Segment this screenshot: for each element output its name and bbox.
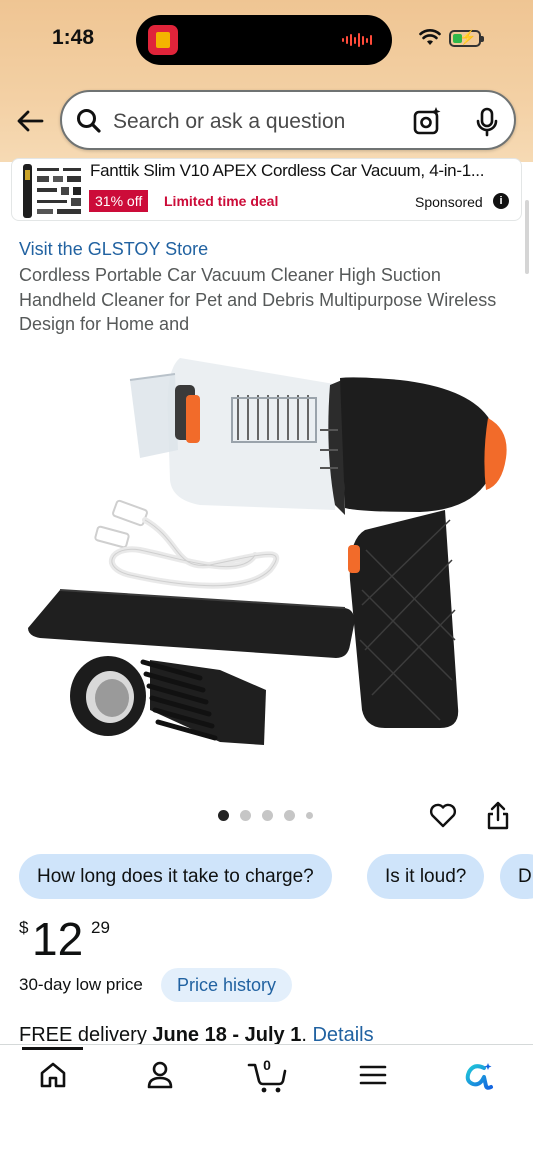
live-activity-app-icon bbox=[148, 25, 178, 55]
low-price-label: 30-day low price bbox=[19, 975, 143, 994]
rufus-icon bbox=[465, 1063, 493, 1090]
heart-icon[interactable] bbox=[428, 800, 458, 830]
ad-product-thumbnail[interactable] bbox=[19, 162, 87, 220]
camera-lens-icon[interactable] bbox=[412, 106, 442, 136]
tab-home[interactable] bbox=[31, 1059, 75, 1099]
delivery-dates: June 18 - July 1 bbox=[152, 1024, 302, 1046]
price-currency: $ bbox=[19, 918, 29, 937]
search-placeholder[interactable]: Search or ask a question bbox=[113, 110, 345, 134]
delivery-prefix: FREE delivery bbox=[19, 1024, 153, 1046]
ad-title[interactable]: Fanttik Slim V10 APEX Cordless Car Vacuu… bbox=[90, 161, 484, 181]
share-icon[interactable] bbox=[484, 800, 512, 832]
sponsored-label: Sponsored bbox=[415, 194, 483, 210]
carousel-dot[interactable] bbox=[262, 810, 273, 821]
scroll-indicator bbox=[22, 1047, 83, 1050]
price-fraction: 29 bbox=[91, 918, 110, 937]
scrollbar[interactable] bbox=[525, 200, 529, 274]
app-header: 1:48 ⚡ Search or ask a question bbox=[0, 0, 533, 162]
tab-menu[interactable] bbox=[351, 1059, 395, 1099]
audio-waveform-icon bbox=[342, 32, 372, 48]
carousel-dot[interactable] bbox=[306, 812, 313, 819]
crevice-nozzle bbox=[28, 589, 355, 658]
deal-label: Limited time deal bbox=[164, 193, 279, 209]
back-arrow-icon[interactable] bbox=[14, 106, 46, 136]
menu-icon bbox=[359, 1065, 387, 1085]
carousel-dot-active[interactable] bbox=[218, 810, 229, 821]
search-bar[interactable]: Search or ask a question bbox=[60, 90, 516, 150]
search-icon bbox=[77, 109, 101, 133]
sponsored-product-ad[interactable]: Fanttik Slim V10 APEX Cordless Car Vacuu… bbox=[11, 158, 522, 221]
store-link[interactable]: Visit the GLSTOY Store bbox=[19, 239, 208, 260]
cart-count: 0 bbox=[263, 1057, 271, 1073]
tab-cart[interactable]: 0 bbox=[245, 1057, 289, 1099]
image-carousel-dots[interactable] bbox=[218, 810, 313, 821]
price-history-button[interactable]: Price history bbox=[161, 968, 293, 1002]
microphone-icon[interactable] bbox=[474, 107, 500, 137]
tab-account[interactable] bbox=[138, 1059, 182, 1099]
product-image[interactable] bbox=[0, 340, 533, 770]
home-icon bbox=[40, 1062, 66, 1088]
ring-adapter bbox=[70, 656, 146, 736]
question-chip[interactable]: How long does it take to charge? bbox=[19, 854, 332, 899]
discount-badge: 31% off bbox=[89, 190, 149, 212]
price-whole: 12 bbox=[32, 913, 84, 965]
info-icon[interactable]: i bbox=[493, 193, 509, 209]
carousel-dot[interactable] bbox=[284, 810, 295, 821]
question-chip[interactable]: Is it loud? bbox=[367, 854, 485, 899]
usb-cable bbox=[94, 499, 280, 589]
status-time: 1:48 bbox=[52, 26, 95, 49]
delivery-separator: . bbox=[301, 1024, 313, 1046]
dynamic-island bbox=[136, 15, 392, 65]
battery-icon: ⚡ bbox=[449, 29, 484, 47]
bottom-tab-bar: 0 bbox=[0, 1044, 533, 1156]
account-icon bbox=[147, 1061, 173, 1089]
brush-nozzle bbox=[140, 659, 266, 745]
wifi-icon bbox=[419, 29, 441, 45]
carousel-dot[interactable] bbox=[240, 810, 251, 821]
tab-rufus[interactable] bbox=[457, 1059, 501, 1099]
product-title: Cordless Portable Car Vacuum Cleaner Hig… bbox=[19, 265, 497, 334]
question-chip[interactable]: D bbox=[500, 854, 533, 899]
delivery-details-link[interactable]: Details bbox=[312, 1024, 373, 1046]
